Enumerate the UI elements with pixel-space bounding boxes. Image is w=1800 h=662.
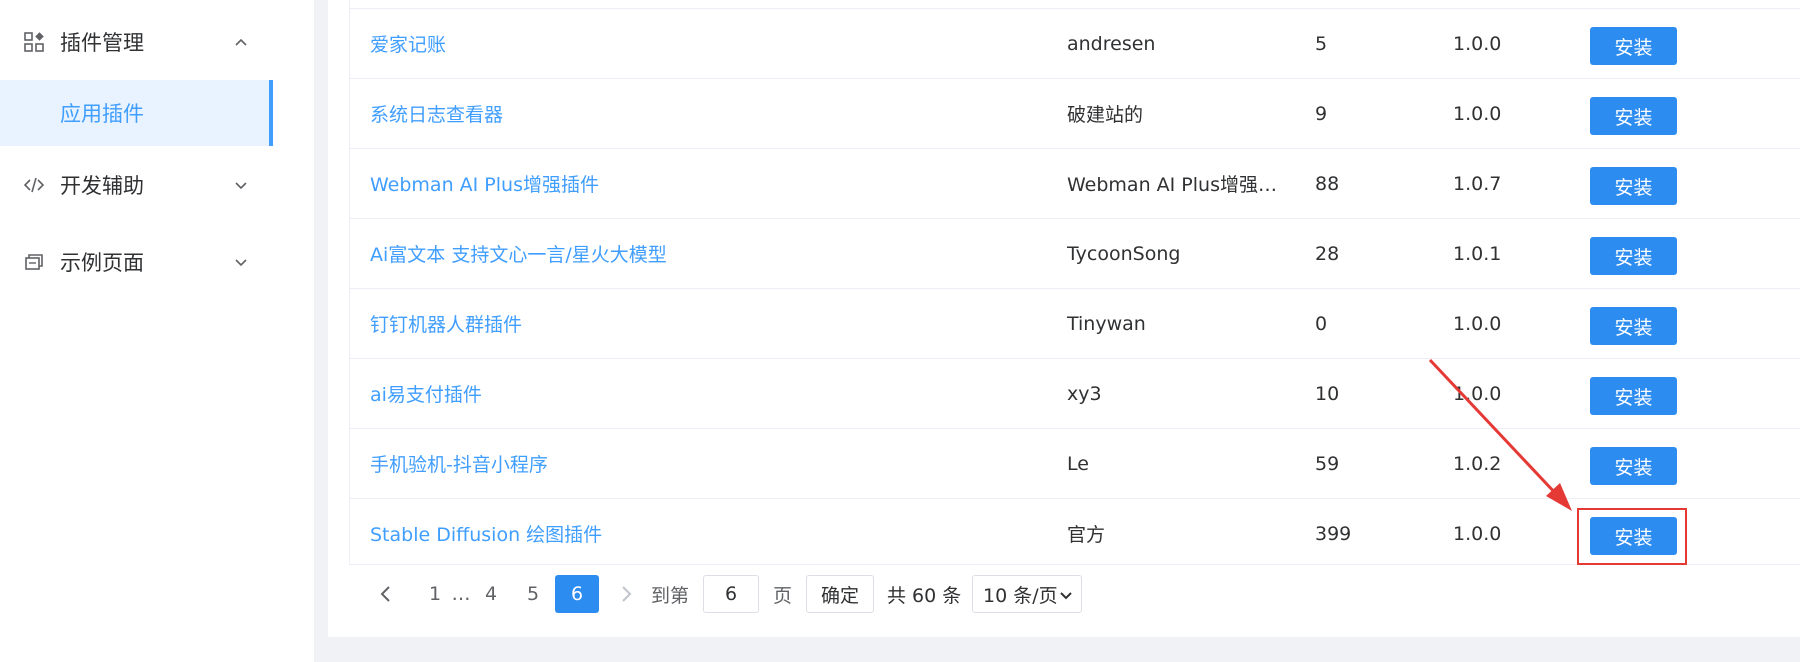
action-cell: 安装 (1590, 289, 1790, 358)
install-button[interactable]: 安装 (1590, 237, 1677, 275)
plugin-author: xy3 (1067, 359, 1277, 428)
table-top-border (350, 0, 1800, 9)
page-4[interactable]: 4 (475, 575, 507, 613)
author-text: Le (1067, 452, 1089, 475)
action-cell: 安装 (1590, 9, 1790, 78)
plugin-version: 1.0.0 (1453, 32, 1502, 55)
chevron-down-icon (234, 178, 248, 192)
author-text: xy3 (1067, 382, 1102, 405)
plugin-name-link[interactable]: 系统日志查看器 (370, 79, 1050, 148)
plugin-table: 爱家记账 andresen 5 1.0.0 安装 系统日志查看器 破建站的 9 … (349, 0, 1800, 565)
install-button[interactable]: 安装 (1590, 97, 1677, 135)
goto-suffix: 页 (773, 584, 793, 607)
author-text: 破建站的 (1067, 104, 1144, 126)
author-text: TycoonSong (1067, 242, 1181, 265)
menu-example-pages[interactable]: 示例页面 (0, 242, 314, 282)
plugin-author: andresen (1067, 9, 1277, 78)
menu-plugin-management[interactable]: 插件管理 (0, 22, 314, 62)
action-cell: 安装 (1590, 359, 1790, 428)
chevron-down-icon (1060, 592, 1072, 600)
prev-page-button[interactable] (371, 575, 401, 613)
plugin-downloads: 5 (1315, 32, 1328, 55)
active-indicator (269, 80, 273, 146)
plugin-author: Tinywan (1067, 289, 1277, 358)
page-size-select[interactable]: 10 条/页 (972, 575, 1082, 613)
page-size-value: 10 条/页 (983, 584, 1058, 607)
install-button[interactable]: 安装 (1590, 307, 1677, 345)
action-cell: 安装 (1590, 429, 1790, 498)
code-icon (24, 175, 44, 195)
table-row: 钉钉机器人群插件 Tinywan 0 1.0.0 安装 (350, 289, 1800, 359)
plugin-downloads: 88 (1315, 172, 1340, 195)
plugin-version: 1.0.0 (1453, 522, 1502, 545)
table-row: Webman AI Plus增强插件 Webman AI Plus增强… 88 … (350, 149, 1800, 219)
chevron-left-icon (380, 586, 390, 602)
chevron-up-icon (234, 35, 248, 49)
plugin-version: 1.0.0 (1453, 312, 1502, 335)
author-text: 官方 (1067, 524, 1106, 546)
table-row: Ai富文本 支持文心一言/星火大模型 TycoonSong 28 1.0.1 安… (350, 219, 1800, 289)
plugin-author: TycoonSong (1067, 219, 1277, 288)
plugin-author: 破建站的 (1067, 79, 1277, 148)
chevron-right-icon (622, 586, 632, 602)
plugin-downloads: 28 (1315, 242, 1340, 265)
action-cell: 安装 (1590, 219, 1790, 288)
plugin-downloads: 10 (1315, 382, 1340, 405)
table-row: 爱家记账 andresen 5 1.0.0 安装 (350, 9, 1800, 79)
pagination: 1 … 4 5 6 到第 页 确定 共 60 条 10 条/页 (349, 575, 1249, 615)
plugin-name-link[interactable]: 钉钉机器人群插件 (370, 289, 1050, 358)
plugin-version: 1.0.0 (1453, 382, 1502, 405)
action-cell: 安装 (1590, 79, 1790, 148)
plugin-name-link[interactable]: 手机验机-抖音小程序 (370, 429, 1050, 498)
action-cell: 安装 (1590, 149, 1790, 218)
plugin-version: 1.0.0 (1453, 102, 1502, 125)
author-text: andresen (1067, 32, 1156, 55)
submenu-app-plugins[interactable]: 应用插件 (0, 80, 273, 146)
goto-page-input[interactable] (703, 575, 759, 613)
confirm-button[interactable]: 确定 (806, 575, 874, 613)
table-row: 系统日志查看器 破建站的 9 1.0.0 安装 (350, 79, 1800, 149)
sidebar: 插件管理 应用插件 开发辅助 示例页面 (0, 0, 314, 662)
pages-icon (24, 252, 44, 272)
plugin-name-link[interactable]: ai易支付插件 (370, 359, 1050, 428)
install-button[interactable]: 安装 (1590, 27, 1677, 65)
page-1[interactable]: 1 (421, 575, 449, 613)
plugin-name-link[interactable]: Stable Diffusion 绘图插件 (370, 499, 1050, 568)
page-ellipsis[interactable]: … (449, 575, 473, 613)
author-text: Tinywan (1067, 312, 1146, 335)
plugin-downloads: 59 (1315, 452, 1340, 475)
plugin-name-link[interactable]: Ai富文本 支持文心一言/星火大模型 (370, 219, 1050, 288)
plugin-downloads: 9 (1315, 102, 1328, 125)
plugin-downloads: 0 (1315, 312, 1328, 335)
install-button[interactable]: 安装 (1590, 167, 1677, 205)
highlight-box (1577, 508, 1687, 565)
author-text: Webman AI Plus增强… (1067, 174, 1277, 196)
plugin-name-link[interactable]: Webman AI Plus增强插件 (370, 149, 1050, 218)
next-page-button[interactable] (611, 575, 641, 613)
menu-label: 示例页面 (60, 251, 144, 275)
plugin-author: Le (1067, 429, 1277, 498)
install-button[interactable]: 安装 (1590, 447, 1677, 485)
table-row: 手机验机-抖音小程序 Le 59 1.0.2 安装 (350, 429, 1800, 499)
menu-dev-tools[interactable]: 开发辅助 (0, 165, 314, 205)
plugin-version: 1.0.2 (1453, 452, 1502, 475)
plugin-author: Webman AI Plus增强… (1067, 149, 1277, 218)
page-6-current[interactable]: 6 (555, 575, 599, 613)
total-count: 共 60 条 (887, 584, 962, 607)
plugin-downloads: 399 (1315, 522, 1352, 545)
plugin-version: 1.0.7 (1453, 172, 1502, 195)
submenu-label: 应用插件 (60, 102, 144, 126)
install-button[interactable]: 安装 (1590, 377, 1677, 415)
menu-label: 插件管理 (60, 31, 144, 55)
chevron-down-icon (234, 255, 248, 269)
page-5[interactable]: 5 (517, 575, 549, 613)
plugin-version: 1.0.1 (1453, 242, 1502, 265)
table-row: ai易支付插件 xy3 10 1.0.0 安装 (350, 359, 1800, 429)
plugin-author: 官方 (1067, 499, 1277, 568)
apps-icon (24, 32, 44, 52)
goto-prefix: 到第 (651, 584, 690, 607)
plugin-name-link[interactable]: 爱家记账 (370, 9, 1050, 78)
menu-label: 开发辅助 (60, 174, 144, 198)
